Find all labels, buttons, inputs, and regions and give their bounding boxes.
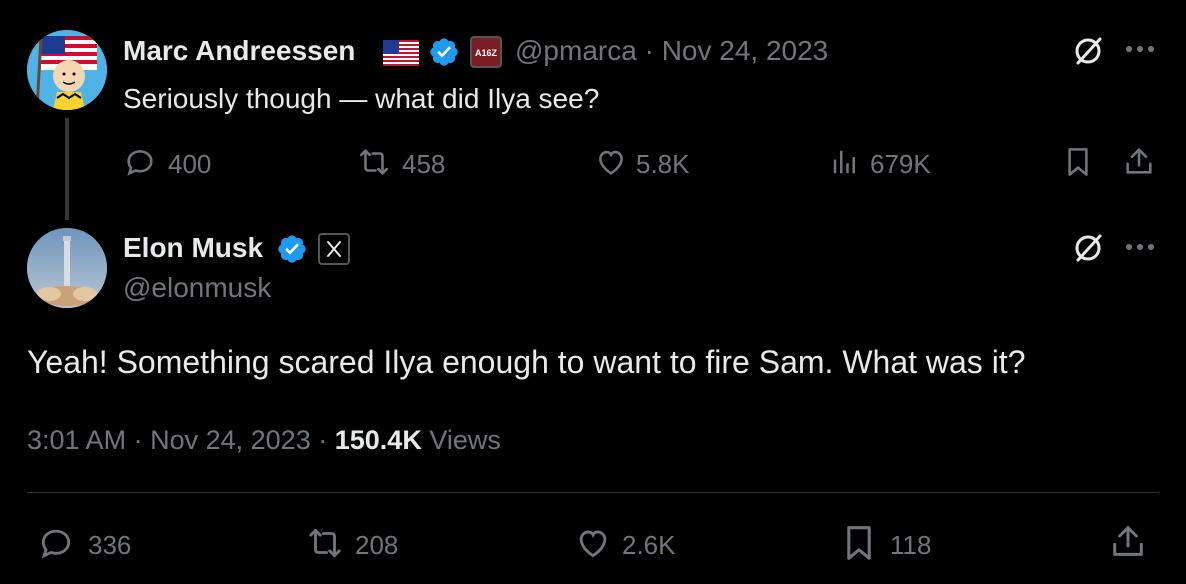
parent-tweet-text: Seriously though — what did Ilya see?: [123, 83, 600, 114]
more-icon[interactable]: [1125, 43, 1155, 55]
avatar-marc-andreessen[interactable]: [27, 30, 107, 110]
parent-handle-date[interactable]: @pmarca · Nov 24, 2023: [515, 35, 828, 67]
main-like-count[interactable]: 2.6K: [622, 530, 676, 561]
reply-icon[interactable]: [36, 524, 76, 562]
main-repost-count[interactable]: 208: [355, 530, 398, 561]
views-icon[interactable]: [830, 147, 860, 177]
bookmark-icon[interactable]: [842, 522, 876, 564]
share-icon[interactable]: [1108, 520, 1148, 562]
main-author-name[interactable]: Elon Musk: [123, 232, 263, 264]
parent-like-count[interactable]: 5.8K: [636, 149, 690, 180]
more-icon[interactable]: [1125, 241, 1155, 253]
a16z-logo-icon[interactable]: A16Z: [470, 36, 502, 68]
main-handle[interactable]: @elonmusk: [123, 272, 271, 304]
parent-repost-count[interactable]: 458: [402, 149, 445, 180]
parent-handle[interactable]: @pmarca: [515, 35, 637, 66]
divider: [27, 492, 1159, 493]
separator-dot: ·: [133, 425, 143, 455]
bookmark-icon[interactable]: [1064, 145, 1092, 179]
verified-badge-icon[interactable]: [428, 36, 460, 68]
us-flag-icon: [383, 40, 419, 66]
separator-dot: ·: [318, 425, 328, 455]
parent-view-count[interactable]: 679K: [870, 149, 931, 180]
x-logo-icon[interactable]: [318, 233, 350, 265]
separator-dot: ·: [644, 35, 654, 66]
views-count[interactable]: 150.4K: [335, 425, 422, 455]
grok-icon[interactable]: [1070, 230, 1106, 266]
verified-badge-icon[interactable]: [276, 233, 308, 265]
like-icon[interactable]: [574, 524, 612, 562]
svg-text:A16Z: A16Z: [475, 48, 498, 58]
tweet-date[interactable]: Nov 24, 2023: [150, 425, 311, 455]
main-reply-count[interactable]: 336: [88, 530, 131, 561]
main-tweet-meta: 3:01 AM · Nov 24, 2023 · 150.4K Views: [27, 425, 501, 456]
parent-author-name[interactable]: Marc Andreessen: [123, 35, 355, 67]
parent-reply-count[interactable]: 400: [168, 149, 211, 180]
parent-date[interactable]: Nov 24, 2023: [662, 35, 829, 66]
views-label[interactable]: Views: [429, 425, 501, 455]
thread-connector-line: [65, 118, 69, 220]
main-tweet-text: Yeah! Something scared Ilya enough to wa…: [27, 344, 1026, 380]
grok-icon[interactable]: [1070, 33, 1106, 69]
main-bookmark-count[interactable]: 118: [890, 530, 931, 561]
share-icon[interactable]: [1122, 143, 1156, 179]
avatar-elon-musk[interactable]: [27, 228, 107, 308]
tweet-time[interactable]: 3:01 AM: [27, 425, 126, 455]
repost-icon[interactable]: [354, 145, 394, 179]
like-icon[interactable]: [594, 145, 628, 179]
reply-icon[interactable]: [122, 145, 158, 179]
repost-icon[interactable]: [302, 524, 348, 562]
